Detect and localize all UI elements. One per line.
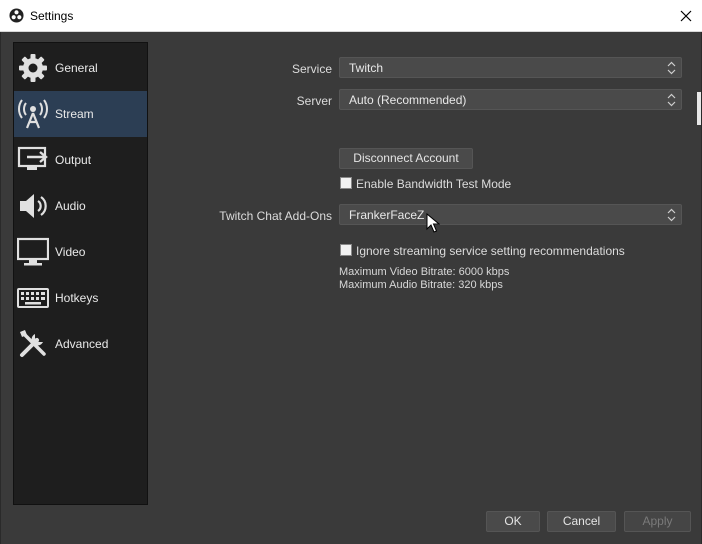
bandwidth-test-label[interactable]: Enable Bandwidth Test Mode <box>356 177 511 191</box>
sidebar-item-output[interactable]: Output <box>14 137 147 183</box>
chevron-updown-icon <box>667 208 676 222</box>
output-icon <box>17 146 48 170</box>
service-select[interactable]: Twitch <box>339 57 682 78</box>
apply-button[interactable]: Apply <box>624 511 691 532</box>
server-label: Server <box>296 94 332 108</box>
sidebar-item-label: Audio <box>55 199 86 213</box>
service-label: Service <box>291 62 332 76</box>
max-audio-bitrate: Maximum Audio Bitrate: 320 kbps <box>339 279 503 291</box>
broadcast-icon <box>18 99 48 129</box>
sidebar-item-label: Advanced <box>55 337 109 351</box>
chat-addons-select[interactable]: FrankerFaceZ <box>339 204 682 225</box>
sidebar-item-video[interactable]: Video <box>14 229 147 275</box>
sidebar-item-label: Video <box>55 245 86 259</box>
sidebar-item-label: Output <box>55 153 92 167</box>
monitor-icon <box>17 237 49 266</box>
keyboard-icon <box>17 288 49 308</box>
settings-sidebar: General Stream Output Audio Video Hotkey… <box>13 42 148 505</box>
sidebar-item-label: Hotkeys <box>55 291 99 305</box>
sidebar-item-stream[interactable]: Stream <box>14 91 147 137</box>
speaker-icon <box>20 194 47 218</box>
scrollbar-fragment <box>697 92 701 125</box>
cancel-button[interactable]: Cancel <box>547 511 616 532</box>
sidebar-item-audio[interactable]: Audio <box>14 183 147 229</box>
ignore-recommendations-checkbox[interactable] <box>340 244 352 256</box>
server-select[interactable]: Auto (Recommended) <box>339 89 682 110</box>
title-bar: Settings <box>0 0 702 32</box>
ignore-recommendations-label[interactable]: Ignore streaming service setting recomme… <box>356 244 625 258</box>
chat-addons-label: Twitch Chat Add-Ons <box>219 209 332 223</box>
max-video-bitrate: Maximum Video Bitrate: 6000 kbps <box>339 266 510 278</box>
obs-logo-icon <box>9 8 24 23</box>
mouse-cursor-icon <box>426 213 440 233</box>
bandwidth-test-checkbox[interactable] <box>340 177 352 189</box>
sidebar-item-hotkeys[interactable]: Hotkeys <box>14 275 147 321</box>
sidebar-item-label: Stream <box>55 107 94 121</box>
service-value: Twitch <box>349 61 384 75</box>
disconnect-account-button[interactable]: Disconnect Account <box>339 148 473 169</box>
gear-icon <box>19 54 47 82</box>
ok-button[interactable]: OK <box>486 511 540 532</box>
chevron-updown-icon <box>667 93 676 107</box>
sidebar-item-label: General <box>55 61 98 75</box>
window-title: Settings <box>30 9 74 23</box>
server-value: Auto (Recommended) <box>349 93 467 107</box>
sidebar-item-advanced[interactable]: Advanced <box>14 321 147 367</box>
sidebar-item-general[interactable]: General <box>14 45 147 91</box>
close-button[interactable] <box>670 0 702 32</box>
chevron-updown-icon <box>667 61 676 75</box>
settings-window: General Stream Output Audio Video Hotkey… <box>0 32 702 544</box>
close-icon <box>680 10 692 22</box>
chat-addons-value: FrankerFaceZ <box>349 208 425 222</box>
tools-icon <box>20 330 46 357</box>
